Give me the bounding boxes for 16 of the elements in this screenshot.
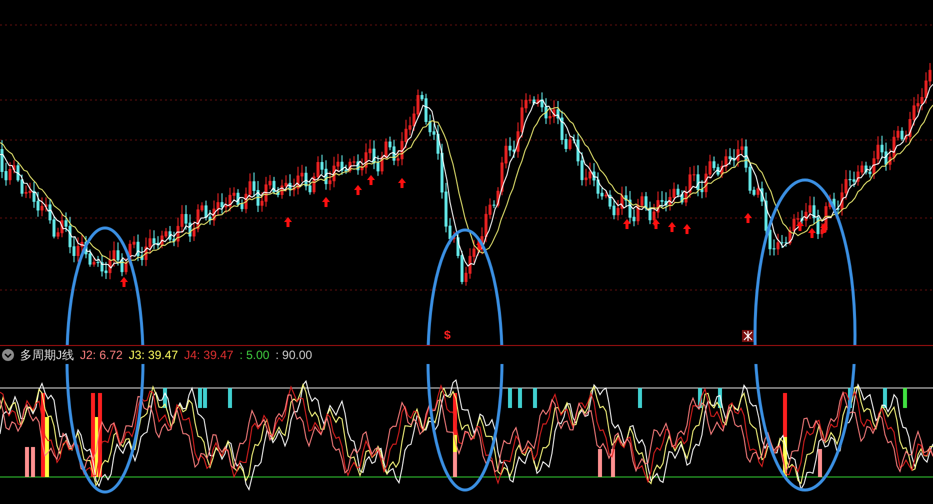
indicator-value: : 5.00: [239, 347, 270, 364]
signal-marker-icon: [742, 330, 754, 342]
indicator-name: 多周期J线: [20, 347, 74, 364]
up-arrow-icon: [623, 219, 631, 229]
indicator-value: : 90.00: [275, 347, 312, 364]
up-arrow-icon: [284, 217, 292, 227]
up-arrow-icon: [120, 277, 128, 287]
up-arrow-icon: [398, 178, 406, 188]
up-arrow-icon: [476, 240, 484, 250]
up-arrow-icon: [322, 197, 330, 207]
collapse-icon[interactable]: [2, 349, 14, 361]
indicator-value: J3: 39.47: [128, 347, 178, 364]
up-arrow-icon: [744, 213, 752, 223]
indicator-value: J4: 39.47: [184, 347, 234, 364]
indicator-value: J2: 6.72: [80, 347, 123, 364]
signal-marker: $: [444, 328, 451, 342]
